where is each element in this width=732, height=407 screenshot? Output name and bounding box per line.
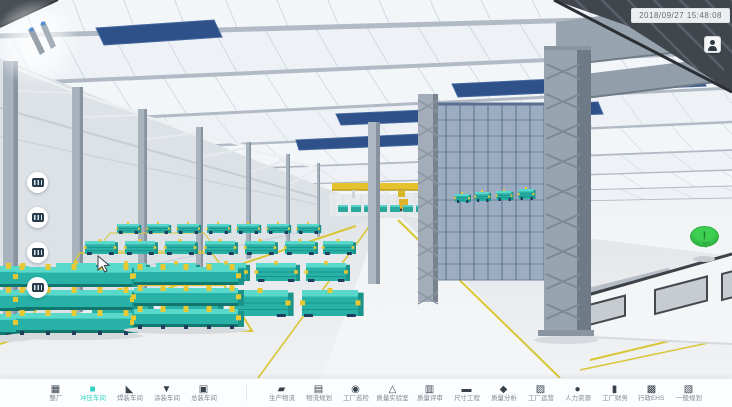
assembly-workshop-icon: ▣ (199, 384, 208, 395)
toolbar-item-label: 行政EHS (638, 395, 664, 402)
toolbar-item-label: 生产物流 (269, 395, 295, 402)
scene-timestamp: 2018/09/27 15:48:08 (631, 8, 730, 23)
toolbar-item-right-7[interactable]: ▨工厂运营 (522, 384, 559, 403)
hr-person-icon: ● (574, 384, 580, 395)
toolbar-item-label: 总装车间 (191, 395, 217, 402)
toolbar-item-right-4[interactable]: ▥质量评审 (411, 384, 448, 403)
toolbar-item-right-8[interactable]: ●人力资源 (559, 384, 596, 403)
toolbar-item-left-0[interactable]: ▦整厂 (37, 384, 74, 403)
monitor-chart-icon (32, 178, 44, 187)
quality-shield-icon: ◆ (500, 384, 508, 395)
scene-kpi-button-1[interactable] (27, 172, 48, 193)
toolbar-item-left-4[interactable]: ▣总装车间 (185, 384, 222, 403)
toolbar-item-label: 质量评审 (417, 395, 443, 402)
planning-doc-icon: ▤ (314, 384, 323, 395)
toolbar-item-label: 质量分析 (491, 395, 517, 402)
bottom-toolbar: ▦整厂■冲压车间◣焊装车间▼涂装车间▣总装车间 ▰生产物流▤物流规划◉工厂巡检△… (0, 378, 732, 407)
factory-3d-viewport[interactable] (0, 0, 732, 378)
toolbar-item-label: 一般规划 (676, 395, 702, 402)
toolbar-item-right-6[interactable]: ◆质量分析 (485, 384, 522, 403)
user-icon (710, 40, 715, 45)
alert-marker[interactable]: ! (690, 226, 719, 247)
toolbar-item-right-1[interactable]: ▤物流规划 (300, 384, 337, 403)
toolbar-item-right-9[interactable]: ▮工厂财务 (596, 384, 633, 403)
user-button[interactable] (704, 36, 721, 53)
toolbar-item-label: 工厂运营 (528, 395, 554, 402)
toolbar-divider (246, 385, 247, 401)
finance-briefcase-icon: ▮ (612, 384, 618, 395)
toolbar-item-label: 涂装车间 (154, 395, 180, 402)
scene-kpi-button-4[interactable] (27, 277, 48, 298)
toolbar-item-label: 人力资源 (565, 395, 591, 402)
monitor-chart-icon (32, 283, 44, 292)
ehs-grid-icon: ▩ (647, 384, 656, 395)
toolbar-item-label: 质量实验室 (376, 395, 408, 402)
scene-kpi-button-2[interactable] (27, 207, 48, 228)
toolbar-item-left-3[interactable]: ▼涂装车间 (148, 384, 185, 403)
scene-kpi-button-3[interactable] (27, 242, 48, 263)
logistics-truck-icon: ▰ (278, 384, 286, 395)
mouse-cursor-icon (97, 255, 113, 280)
toolbar-item-label: 工厂财务 (602, 395, 628, 402)
toolbar-item-label: 整厂 (49, 395, 62, 402)
quality-review-icon: ▥ (425, 384, 434, 395)
toolbar-item-left-2[interactable]: ◣焊装车间 (111, 384, 148, 403)
function-nav-group: ▰生产物流▤物流规划◉工厂巡检△质量实验室▥质量评审▬尺寸工程◆质量分析▨工厂运… (263, 384, 707, 403)
toolbar-item-label: 尺寸工程 (454, 395, 480, 402)
workshop-nav-group: ▦整厂■冲压车间◣焊装车间▼涂装车间▣总装车间 (37, 384, 222, 403)
welding-workshop-icon: ◣ (126, 384, 134, 395)
toolbar-item-right-3[interactable]: △质量实验室 (374, 384, 411, 403)
painting-workshop-icon: ▼ (162, 384, 172, 395)
monitor-chart-icon (32, 213, 44, 222)
toolbar-item-right-2[interactable]: ◉工厂巡检 (337, 384, 374, 403)
planning-file-icon: ▧ (684, 384, 693, 395)
toolbar-item-right-11[interactable]: ▧一般规划 (670, 384, 707, 403)
stamping-workshop-icon: ■ (89, 384, 95, 395)
toolbar-item-label: 焊装车间 (117, 395, 143, 402)
operations-chart-icon: ▨ (536, 384, 545, 395)
toolbar-item-right-10[interactable]: ▩行政EHS (633, 384, 670, 403)
toolbar-item-left-1[interactable]: ■冲压车间 (74, 384, 111, 403)
digital-factory-app: 2018/09/27 15:48:08 ! ▦整厂■冲压车间◣焊装车间▼涂装车间… (0, 0, 732, 407)
toolbar-item-label: 冲压车间 (80, 395, 106, 402)
dimension-ruler-icon: ▬ (462, 384, 472, 395)
toolbar-item-label: 物流规划 (306, 395, 332, 402)
quality-lab-icon: △ (389, 384, 397, 395)
toolbar-item-label: 工厂巡检 (343, 395, 369, 402)
inspection-camera-icon: ◉ (351, 384, 360, 395)
toolbar-item-right-0[interactable]: ▰生产物流 (263, 384, 300, 403)
monitor-chart-icon (32, 248, 44, 257)
toolbar-item-right-5[interactable]: ▬尺寸工程 (448, 384, 485, 403)
factory-overview-icon: ▦ (51, 384, 60, 395)
exclamation-icon: ! (703, 231, 707, 242)
